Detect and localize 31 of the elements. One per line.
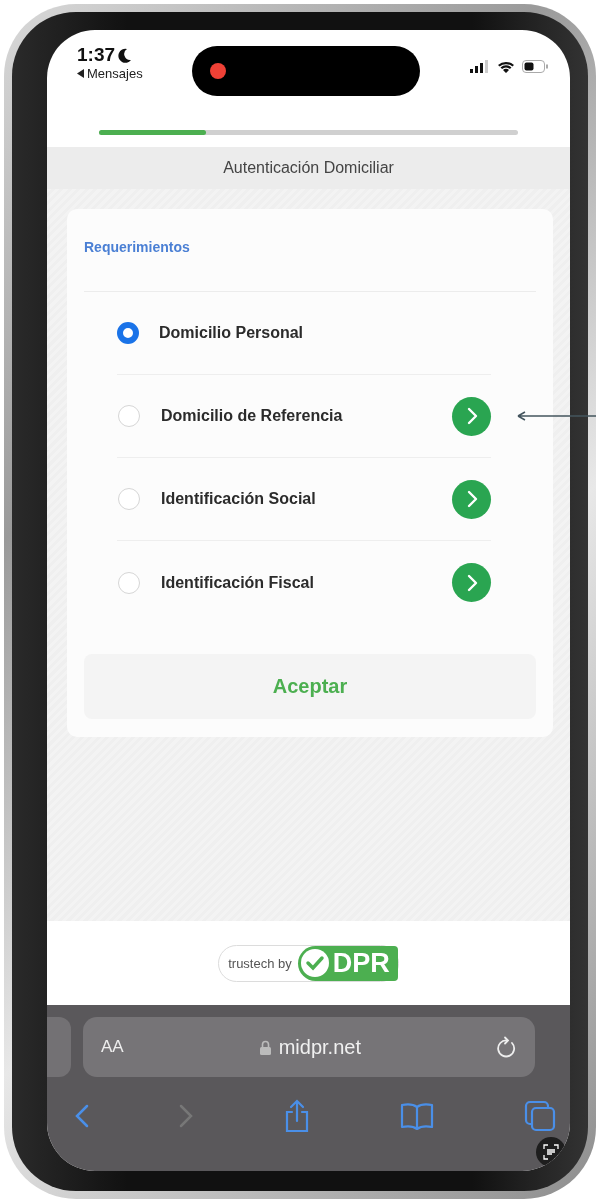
address-bar[interactable]: AA midpr.net <box>83 1017 535 1077</box>
requirement-label: Identificación Social <box>161 490 317 508</box>
tabs-icon[interactable] <box>524 1100 556 1132</box>
radio-button[interactable] <box>117 322 139 344</box>
requirement-label: Domicilio Personal <box>159 324 305 342</box>
battery-icon <box>522 60 548 73</box>
page-header: Autenticación Domiciliar <box>47 147 570 189</box>
back-triangle-icon <box>77 69 84 78</box>
share-icon[interactable] <box>283 1099 310 1133</box>
chevron-button[interactable] <box>452 396 491 436</box>
chevron-button[interactable] <box>452 479 491 519</box>
logo-brand: DPR <box>332 947 390 979</box>
moon-icon <box>118 47 132 63</box>
signal-icon <box>470 60 490 73</box>
wifi-icon <box>497 60 515 73</box>
reload-icon[interactable] <box>497 1036 517 1058</box>
back-button[interactable] <box>75 1104 89 1128</box>
chevron-button[interactable] <box>452 563 491 602</box>
forward-button[interactable] <box>179 1104 194 1128</box>
accept-button[interactable]: Aceptar <box>84 654 536 719</box>
card-title: Requerimientos <box>84 239 191 257</box>
lock-icon <box>259 1039 271 1055</box>
requirement-label: Identificación Fiscal <box>161 573 315 592</box>
back-link[interactable]: Mensajes <box>87 66 143 81</box>
requirement-label: Domicilio de Referencia <box>161 407 344 425</box>
text-size-button[interactable]: AA <box>101 1037 124 1057</box>
book-icon[interactable] <box>399 1102 434 1130</box>
url-text: midpr.net <box>278 1035 361 1059</box>
previous-tab-bar[interactable] <box>47 1017 71 1077</box>
status-time: 1:37 <box>77 44 116 66</box>
logo-prefix: trustech by <box>228 955 293 971</box>
